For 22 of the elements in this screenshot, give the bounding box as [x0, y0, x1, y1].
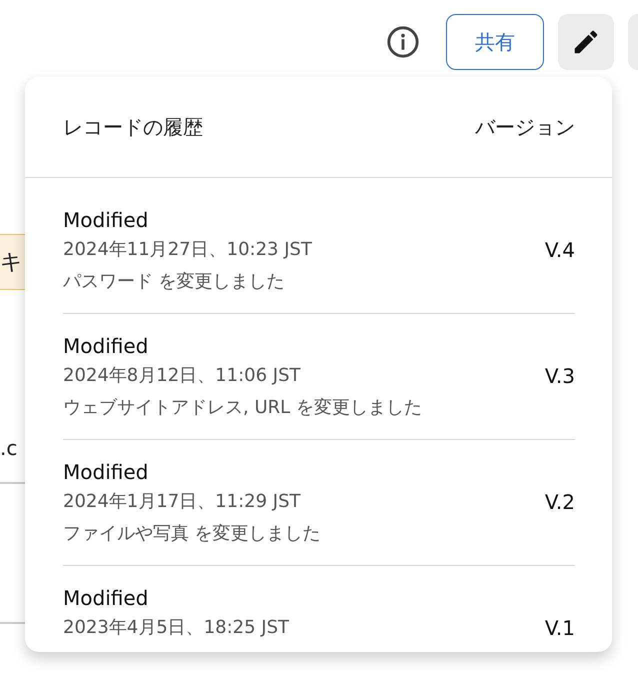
entry-version: V.1 [544, 615, 575, 642]
entry-timestamp: 2024年8月12日、11:06 JST [63, 364, 302, 388]
entry-timestamp: 2024年11月27日、10:23 JST [63, 238, 313, 262]
version-heading: バージョン [475, 114, 575, 140]
entry-version: V.4 [544, 237, 575, 264]
share-button[interactable]: 共有 [446, 14, 544, 70]
entry-change: パスワード を変更しました [63, 270, 286, 294]
entry-action: Modified [63, 585, 150, 612]
entry-change: ファイルや写真 を変更しました [63, 522, 322, 546]
entry-version: V.3 [544, 363, 575, 390]
entry-action: Modified [63, 207, 150, 234]
entry-change: ウェブサイトアドレス, URL を変更しました [63, 396, 423, 420]
entry-timestamp: 2023年4月5日、18:25 JST [63, 616, 290, 640]
info-icon[interactable] [386, 25, 420, 59]
entry-version: V.2 [544, 489, 575, 516]
edit-button[interactable] [558, 14, 614, 70]
field-value: .c [0, 436, 18, 460]
banner-text: キ [0, 249, 23, 277]
entry-timestamp: 2024年1月17日、11:29 JST [63, 490, 302, 514]
popup-title: レコードの履歴 [63, 114, 203, 140]
entry-action: Modified [63, 333, 150, 360]
entry-action: Modified [63, 459, 150, 486]
